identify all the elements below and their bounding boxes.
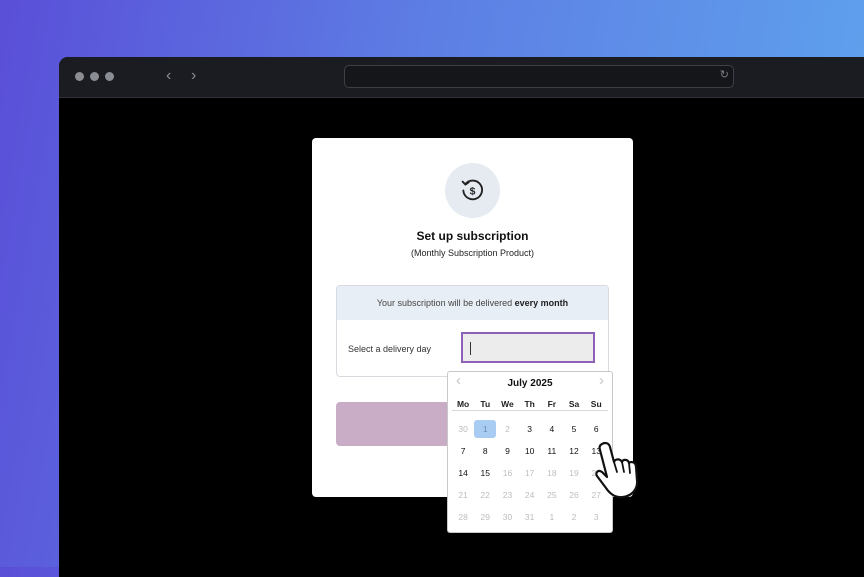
calendar-day: 31: [524, 512, 535, 522]
delivery-info-box: Your subscription will be delivered ever…: [336, 285, 609, 377]
delivery-day-label: Select a delivery day: [348, 344, 432, 354]
weekday-label: Sa: [568, 399, 580, 409]
calendar-day[interactable]: 9: [496, 442, 518, 460]
calendar-month-label: July 2025: [507, 378, 553, 389]
calendar-day: 22: [480, 490, 491, 500]
calendar-day: 16: [502, 468, 513, 478]
calendar-day[interactable]: 15: [474, 464, 496, 482]
window-maximize-dot[interactable]: [105, 72, 114, 81]
forward-icon[interactable]: ›: [191, 66, 196, 86]
weekday-label: Su: [590, 399, 602, 409]
weekday-label: Tu: [480, 399, 491, 409]
calendar-day: 2: [505, 424, 510, 434]
calendar-day: 28: [458, 512, 468, 522]
calendar-day: 19: [569, 468, 579, 478]
calendar-day[interactable]: 3: [519, 420, 541, 438]
calendar-day: 2: [571, 512, 577, 522]
calendar-day[interactable]: 10: [519, 442, 541, 460]
hand-pointer-icon: [595, 441, 639, 499]
calendar-day[interactable]: 8: [474, 442, 496, 460]
calendar-week-row: 30 1 2 3 4 5 6: [452, 419, 608, 438]
delivery-frequency-text: Your subscription will be delivered: [376, 298, 515, 308]
subscription-icon-badge: $: [445, 163, 500, 218]
calendar-day: 30: [502, 512, 513, 522]
calendar-day: 26: [569, 490, 579, 500]
delivery-frequency-banner: Your subscription will be delivered ever…: [337, 286, 608, 320]
weekday-label: Fr: [547, 399, 557, 409]
weekday-label: Th: [524, 399, 535, 409]
modal-title: Set up subscription: [416, 229, 529, 243]
calendar-day: 3: [593, 512, 599, 522]
window-close-dot[interactable]: [75, 72, 84, 81]
calendar-day[interactable]: 11: [541, 442, 563, 460]
calendar-week-row: 7 8 9 10 11 12 13: [452, 441, 608, 459]
delivery-frequency-value: every month: [514, 298, 569, 308]
calendar-day: 1: [549, 512, 555, 522]
calendar-day: 24: [524, 490, 535, 500]
weekday-label: Mo: [456, 399, 470, 409]
calendar-day: 25: [547, 490, 557, 500]
calendar-day: 23: [502, 490, 513, 500]
modal-subtitle: (Monthly Subscription Product): [410, 248, 535, 258]
svg-text:$: $: [470, 187, 476, 198]
calendar-day[interactable]: 7: [452, 442, 474, 460]
calendar-week-row: 14151617181920: [452, 463, 608, 481]
calendar-day[interactable]: 12: [563, 442, 585, 460]
text-caret: [470, 342, 471, 355]
calendar-day: 21: [458, 490, 468, 500]
weekday-header: Mo Tu We Th Fr Sa Su: [452, 394, 608, 411]
address-bar[interactable]: ↻: [344, 65, 734, 88]
date-picker-popup: ‹ › July 2025 Mo Tu We Th Fr Sa Su 30 1 2 3 4 5 6 7 8 9…: [447, 371, 613, 533]
back-icon[interactable]: ‹: [166, 66, 171, 86]
calendar-day: 17: [524, 468, 535, 478]
calendar-day: 30: [458, 424, 468, 434]
calendar-day[interactable]: 14: [452, 464, 474, 482]
window-minimize-dot[interactable]: [90, 72, 99, 81]
browser-toolbar: ‹ › ↻: [59, 57, 864, 98]
delivery-day-input[interactable]: [461, 332, 595, 363]
calendar-day-today[interactable]: 1: [474, 420, 497, 438]
calendar-week-row: 28 29 30 31 1 2 3: [452, 507, 608, 525]
refresh-dollar-icon: $: [461, 179, 483, 201]
calendar-day: 18: [547, 468, 557, 478]
calendar-day[interactable]: 6: [585, 420, 607, 438]
calendar-day: 29: [480, 512, 491, 522]
calendar-day[interactable]: 4: [541, 420, 563, 438]
weekday-label: We: [501, 399, 514, 409]
calendar-week-row: 21 22 23 24 25 26 27: [452, 485, 608, 503]
reload-icon[interactable]: ↻: [720, 68, 729, 81]
calendar-day[interactable]: 5: [563, 420, 585, 438]
